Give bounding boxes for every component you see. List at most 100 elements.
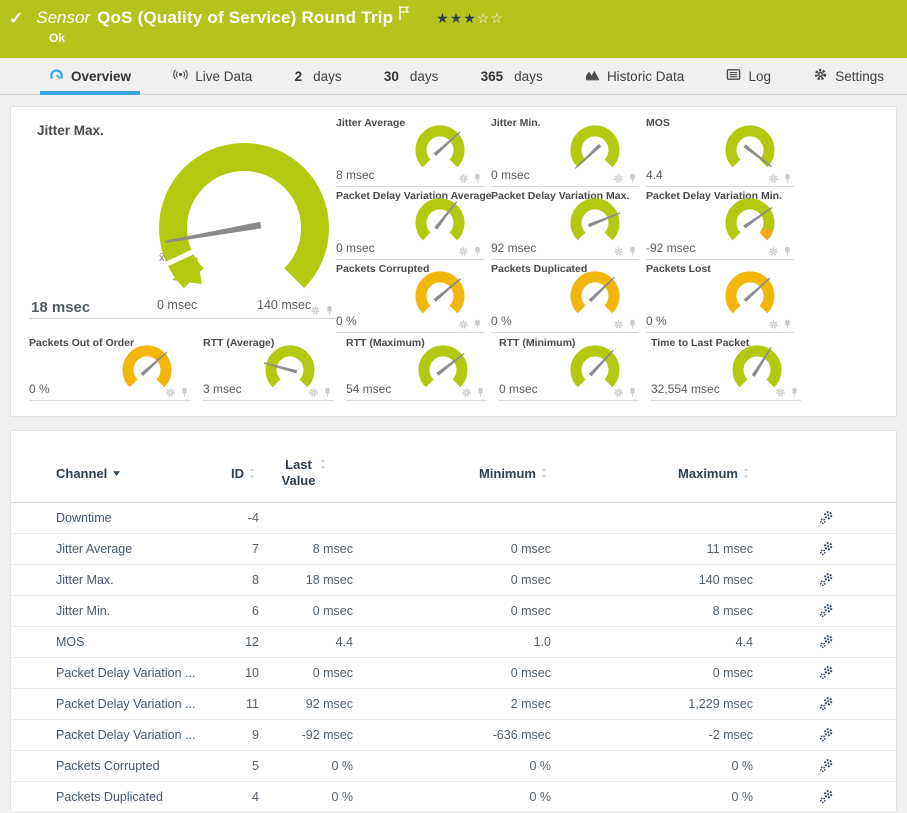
gauge-settings-gear-icon[interactable] xyxy=(768,246,779,257)
gauge-value: 92 msec xyxy=(491,241,536,255)
edit-channel-icon[interactable] xyxy=(819,696,834,711)
tab-2-days[interactable]: 2days xyxy=(286,58,351,94)
gear-icon xyxy=(813,67,828,85)
channel-id: 5 xyxy=(206,759,259,773)
channel-table-body: Downtime-4Jitter Average78 msec0 msec11 … xyxy=(11,503,896,813)
gauge-pin-icon[interactable] xyxy=(179,387,190,398)
tab-historic-data[interactable]: Historic Data xyxy=(576,58,693,94)
gauge-value: 0 msec xyxy=(499,382,538,396)
tab-365-days[interactable]: 365days xyxy=(472,58,552,94)
edit-channel-icon[interactable] xyxy=(819,758,834,773)
gauge-settings-gear-icon[interactable] xyxy=(458,173,469,184)
channel-name[interactable]: Jitter Min. xyxy=(56,604,206,618)
gauge-pin-icon[interactable] xyxy=(472,173,483,184)
edit-channel-icon[interactable] xyxy=(819,665,834,680)
gauge-dial xyxy=(563,197,627,251)
edit-channel-icon[interactable] xyxy=(819,603,834,618)
channel-name[interactable]: Packet Delay Variation ... xyxy=(56,728,206,742)
gauge-value: 0 % xyxy=(29,382,50,396)
channel-maximum: 8 msec xyxy=(551,604,753,618)
log-icon xyxy=(726,67,741,85)
tab-30-days[interactable]: 30days xyxy=(375,58,448,94)
gauge-title: Jitter Min. xyxy=(491,117,541,129)
gauge-pin-icon[interactable] xyxy=(475,387,486,398)
channel-last-value: 0 % xyxy=(259,759,353,773)
channel-name[interactable]: Jitter Max. xyxy=(56,573,206,587)
channel-name[interactable]: Jitter Average xyxy=(56,542,206,556)
channel-last-value: 0 % xyxy=(259,790,353,804)
edit-channel-icon[interactable] xyxy=(819,634,834,649)
edit-channel-icon[interactable] xyxy=(819,572,834,587)
edit-channel-icon[interactable] xyxy=(819,789,834,804)
channel-last-value: 0 msec xyxy=(259,604,353,618)
gauge-settings-gear-icon[interactable] xyxy=(461,387,472,398)
column-header-minimum[interactable]: Minimum xyxy=(353,466,551,481)
gauge-title: Jitter Average xyxy=(336,117,405,129)
channel-name[interactable]: Packets Corrupted xyxy=(56,759,206,773)
tab-settings[interactable]: Settings xyxy=(804,58,893,94)
gauge-dial xyxy=(718,197,782,251)
gauge-pin-icon[interactable] xyxy=(627,173,638,184)
gauge-settings-gear-icon[interactable] xyxy=(775,387,786,398)
gauge-pin-icon[interactable] xyxy=(782,246,793,257)
sort-icon xyxy=(743,466,753,481)
gauge-pin-icon[interactable] xyxy=(322,387,333,398)
gauge-pin-icon[interactable] xyxy=(627,387,638,398)
broadcast-icon xyxy=(173,67,188,85)
gauge-value: 8 msec xyxy=(336,168,375,182)
gauge-pin-icon[interactable] xyxy=(627,246,638,257)
gauge-pin-icon[interactable] xyxy=(782,319,793,330)
channel-name[interactable]: Packet Delay Variation ... xyxy=(56,666,206,680)
column-header-maximum[interactable]: Maximum xyxy=(551,466,753,481)
edit-channel-icon[interactable] xyxy=(819,541,834,556)
channel-minimum: 0 % xyxy=(353,759,551,773)
gauge-settings-gear-icon[interactable] xyxy=(613,319,624,330)
column-header-id[interactable]: ID xyxy=(206,466,259,481)
gauge-title: MOS xyxy=(646,117,670,129)
tab-live-data[interactable]: Live Data xyxy=(164,58,261,94)
gauge-settings-gear-icon[interactable] xyxy=(613,173,624,184)
gauge-pin-icon[interactable] xyxy=(472,246,483,257)
tab-label: days xyxy=(514,69,543,84)
gauge-pin-icon[interactable] xyxy=(627,319,638,330)
column-label: Channel xyxy=(56,466,107,481)
gauge-settings-gear-icon[interactable] xyxy=(768,319,779,330)
channel-minimum: 0 msec xyxy=(353,573,551,587)
channel-name[interactable]: Packets Duplicated xyxy=(56,790,206,804)
gauge-pin-icon[interactable] xyxy=(324,305,335,316)
gauge-settings-gear-icon[interactable] xyxy=(613,246,624,257)
gauge-pin-icon[interactable] xyxy=(789,387,800,398)
edit-channel-icon[interactable] xyxy=(819,510,834,525)
gauge-pin-icon[interactable] xyxy=(472,319,483,330)
tab-overview[interactable]: Overview xyxy=(40,58,140,94)
flag-icon[interactable] xyxy=(398,5,410,26)
channel-maximum: 0 msec xyxy=(551,666,753,680)
gauge-pin-icon[interactable] xyxy=(782,173,793,184)
channel-table-header: Channel IDLastValueMinimumMaximum xyxy=(11,431,896,503)
gauge-value: 0 % xyxy=(491,314,512,328)
gauge-packet-delay-variation-average: Packet Delay Variation Average0 msec xyxy=(336,188,484,260)
gauge-dial xyxy=(408,197,472,251)
gauge-settings-gear-icon[interactable] xyxy=(458,246,469,257)
table-row: Downtime-4 xyxy=(11,503,896,534)
gauge-settings-gear-icon[interactable] xyxy=(310,305,321,316)
gauge-settings-gear-icon[interactable] xyxy=(768,173,779,184)
channel-id: 11 xyxy=(206,697,259,711)
column-header-last-value[interactable]: LastValue xyxy=(259,457,353,490)
channel-name[interactable]: Downtime xyxy=(56,511,206,525)
channel-id: 10 xyxy=(206,666,259,680)
table-row: Packets Duplicated40 %0 %0 % xyxy=(11,782,896,813)
gauge-jitter-average: Jitter Average 8 msec xyxy=(336,115,484,187)
channel-minimum: 0 msec xyxy=(353,542,551,556)
gauge-settings-gear-icon[interactable] xyxy=(308,387,319,398)
edit-channel-icon[interactable] xyxy=(819,727,834,742)
column-header-channel[interactable]: Channel xyxy=(56,466,206,481)
gauge-settings-gear-icon[interactable] xyxy=(613,387,624,398)
gauge-settings-gear-icon[interactable] xyxy=(165,387,176,398)
channel-name[interactable]: Packet Delay Variation ... xyxy=(56,697,206,711)
gauge-settings-gear-icon[interactable] xyxy=(458,319,469,330)
star-empty-icon: ☆ xyxy=(490,10,504,26)
channel-name[interactable]: MOS xyxy=(56,635,206,649)
priority-stars[interactable]: ★★★☆☆ xyxy=(436,11,504,25)
tab-log[interactable]: Log xyxy=(717,58,780,94)
